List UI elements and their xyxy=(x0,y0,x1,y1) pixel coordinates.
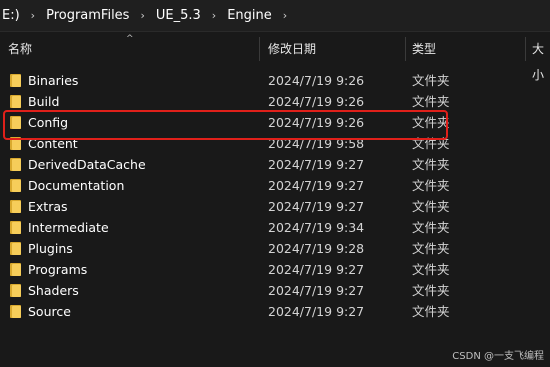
file-type: 文件夹 xyxy=(412,304,450,319)
column-name[interactable]: 名称 xyxy=(8,36,32,62)
file-list: Binaries 2024/7/19 9:26 文件夹 Build 2024/7/19 … xyxy=(0,70,550,322)
breadcrumb-ue53[interactable]: UE_5.3 xyxy=(154,8,203,23)
column-header: ^ 名称 修改日期 类型 大小 xyxy=(0,34,550,82)
file-type: 文件夹 xyxy=(412,157,450,172)
folder-icon xyxy=(10,158,21,171)
file-row[interactable]: Shaders 2024/7/19 9:27 文件夹 xyxy=(0,280,550,301)
folder-icon xyxy=(10,305,21,318)
file-name: Shaders xyxy=(28,283,79,298)
watermark: CSDN @一支飞编程 xyxy=(452,351,544,362)
chevron-right-icon[interactable]: › xyxy=(203,9,225,22)
file-name: Extras xyxy=(28,199,68,214)
file-row[interactable]: DerivedDataCache 2024/7/19 9:27 文件夹 xyxy=(0,154,550,175)
file-row[interactable]: Programs 2024/7/19 9:27 文件夹 xyxy=(0,259,550,280)
file-row[interactable]: Source 2024/7/19 9:27 文件夹 xyxy=(0,301,550,322)
file-name: Programs xyxy=(28,262,88,277)
file-date: 2024/7/19 9:27 xyxy=(268,304,365,319)
folder-icon xyxy=(10,263,21,276)
file-date: 2024/7/19 9:26 xyxy=(268,94,365,109)
file-row[interactable]: Documentation 2024/7/19 9:27 文件夹 xyxy=(0,175,550,196)
column-date[interactable]: 修改日期 xyxy=(268,36,316,62)
file-type: 文件夹 xyxy=(412,262,450,277)
file-date: 2024/7/19 9:27 xyxy=(268,157,365,172)
file-type: 文件夹 xyxy=(412,241,450,256)
file-date: 2024/7/19 9:27 xyxy=(268,199,365,214)
file-name: Build xyxy=(28,94,60,109)
chevron-right-icon[interactable]: › xyxy=(131,9,153,22)
file-name: Plugins xyxy=(28,241,73,256)
folder-icon xyxy=(10,179,21,192)
file-date: 2024/7/19 9:27 xyxy=(268,262,365,277)
file-date: 2024/7/19 9:34 xyxy=(268,220,365,235)
breadcrumb-engine[interactable]: Engine xyxy=(225,8,274,23)
file-row[interactable]: Extras 2024/7/19 9:27 文件夹 xyxy=(0,196,550,217)
breadcrumb-drive[interactable]: E:) xyxy=(0,8,22,23)
file-type: 文件夹 xyxy=(412,178,450,193)
file-date: 2024/7/19 9:28 xyxy=(268,241,365,256)
file-name: Source xyxy=(28,304,71,319)
folder-icon xyxy=(10,200,21,213)
file-type: 文件夹 xyxy=(412,283,450,298)
file-row[interactable]: Build 2024/7/19 9:26 文件夹 xyxy=(0,91,550,112)
sort-ascending-icon: ^ xyxy=(126,34,134,44)
folder-icon xyxy=(10,95,21,108)
file-date: 2024/7/19 9:27 xyxy=(268,178,365,193)
file-type: 文件夹 xyxy=(412,73,450,88)
file-name: Binaries xyxy=(28,73,79,88)
chevron-right-icon[interactable]: › xyxy=(22,9,44,22)
folder-icon xyxy=(10,221,21,234)
chevron-right-icon[interactable]: › xyxy=(274,9,296,22)
file-date: 2024/7/19 9:27 xyxy=(268,283,365,298)
file-name: Intermediate xyxy=(28,220,109,235)
highlight-box xyxy=(3,110,448,140)
file-type: 文件夹 xyxy=(412,199,450,214)
column-type[interactable]: 类型 xyxy=(412,36,436,62)
file-explorer-window: E:) › ProgramFiles › UE_5.3 › Engine › ^… xyxy=(0,0,550,367)
file-type: 文件夹 xyxy=(412,220,450,235)
column-size[interactable]: 大小 xyxy=(532,36,550,82)
file-date: 2024/7/19 9:26 xyxy=(268,73,365,88)
folder-icon xyxy=(10,74,21,87)
folder-icon xyxy=(10,242,21,255)
file-row[interactable]: Binaries 2024/7/19 9:26 文件夹 xyxy=(0,70,550,91)
file-row[interactable]: Intermediate 2024/7/19 9:34 文件夹 xyxy=(0,217,550,238)
file-name: Documentation xyxy=(28,178,125,193)
column-divider[interactable] xyxy=(405,37,406,61)
column-divider[interactable] xyxy=(259,37,260,61)
address-bar[interactable]: E:) › ProgramFiles › UE_5.3 › Engine › xyxy=(0,0,550,32)
file-row[interactable]: Plugins 2024/7/19 9:28 文件夹 xyxy=(0,238,550,259)
column-divider[interactable] xyxy=(525,37,526,61)
file-name: DerivedDataCache xyxy=(28,157,146,172)
file-type: 文件夹 xyxy=(412,94,450,109)
folder-icon xyxy=(10,284,21,297)
breadcrumb-programfiles[interactable]: ProgramFiles xyxy=(44,8,131,23)
